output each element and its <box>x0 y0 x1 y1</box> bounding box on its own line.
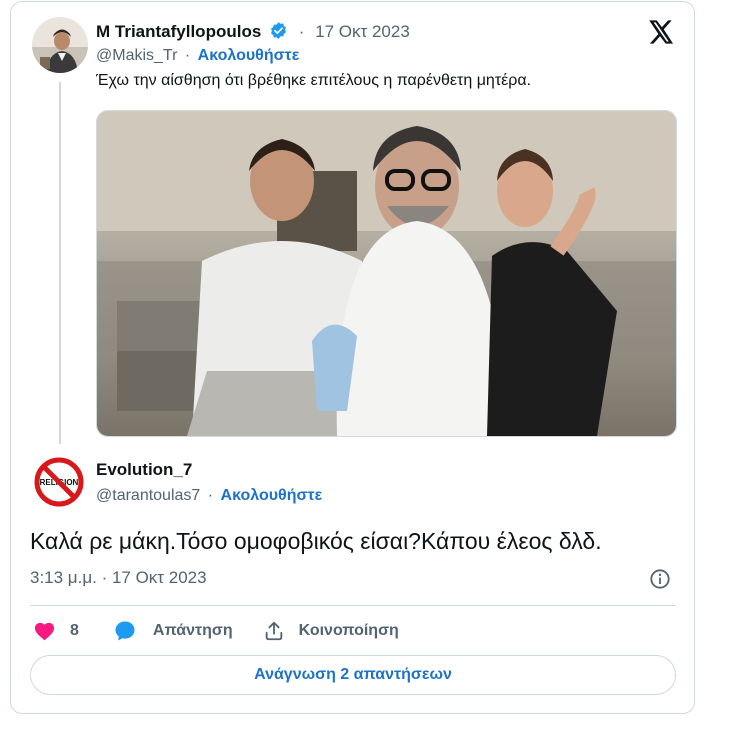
divider <box>30 605 676 606</box>
reply-label: Απάντηση <box>152 622 233 639</box>
share-button[interactable]: Κοινοποίηση <box>263 620 399 642</box>
reply-handle[interactable]: @tarantoulas7 <box>96 487 200 504</box>
separator-dot: · <box>298 22 305 41</box>
quoted-follow-link[interactable]: Ακολουθήστε <box>198 47 300 64</box>
thread-connector-line <box>59 82 61 444</box>
heart-icon <box>34 622 55 640</box>
action-bar: 8 Απάντηση Κοινοποίηση <box>30 617 399 645</box>
separator-dot: · <box>184 47 191 64</box>
quoted-tweet-photo[interactable] <box>96 110 677 437</box>
reply-handle-row: @tarantoulas7 · Ακολουθήστε <box>96 487 322 505</box>
reply-icon <box>115 621 135 641</box>
x-logo-icon[interactable] <box>646 18 674 46</box>
read-replies-button[interactable]: Ανάγνωση 2 απαντήσεων <box>30 655 676 695</box>
reply-button[interactable]: Απάντηση <box>113 619 233 643</box>
reply-author-avatar[interactable]: RELIGION <box>33 456 85 508</box>
quoted-date[interactable]: 17 Οκτ 2023 <box>315 22 410 41</box>
reply-follow-link[interactable]: Ακολουθήστε <box>221 487 323 504</box>
share-icon <box>265 621 282 641</box>
verified-badge-icon <box>271 22 286 39</box>
quoted-author-name-row: M Triantafyllopoulos · 17 Οκτ 2023 <box>96 21 410 42</box>
info-icon[interactable] <box>649 568 671 590</box>
quoted-author-avatar[interactable] <box>32 17 88 73</box>
reply-author-name[interactable]: Evolution_7 <box>96 460 192 480</box>
quoted-author-name[interactable]: M Triantafyllopoulos <box>96 22 261 41</box>
share-label: Κοινοποίηση <box>298 622 399 639</box>
separator-dot: · <box>207 487 214 504</box>
like-button[interactable]: 8 <box>33 620 79 643</box>
quoted-handle-row: @Makis_Tr · Ακολουθήστε <box>96 47 299 65</box>
like-count: 8 <box>70 622 79 639</box>
reply-timestamp[interactable]: 3:13 μ.μ. · 17 Οκτ 2023 <box>30 568 207 588</box>
reply-tweet-text: Καλά ρε μάκη.Τόσο ομοφοβικός είσαι?Κάπου… <box>30 528 602 554</box>
quoted-handle[interactable]: @Makis_Tr <box>96 47 177 64</box>
quoted-tweet-text: Έχω την αίσθηση ότι βρέθηκε επιτέλους η … <box>96 72 532 89</box>
